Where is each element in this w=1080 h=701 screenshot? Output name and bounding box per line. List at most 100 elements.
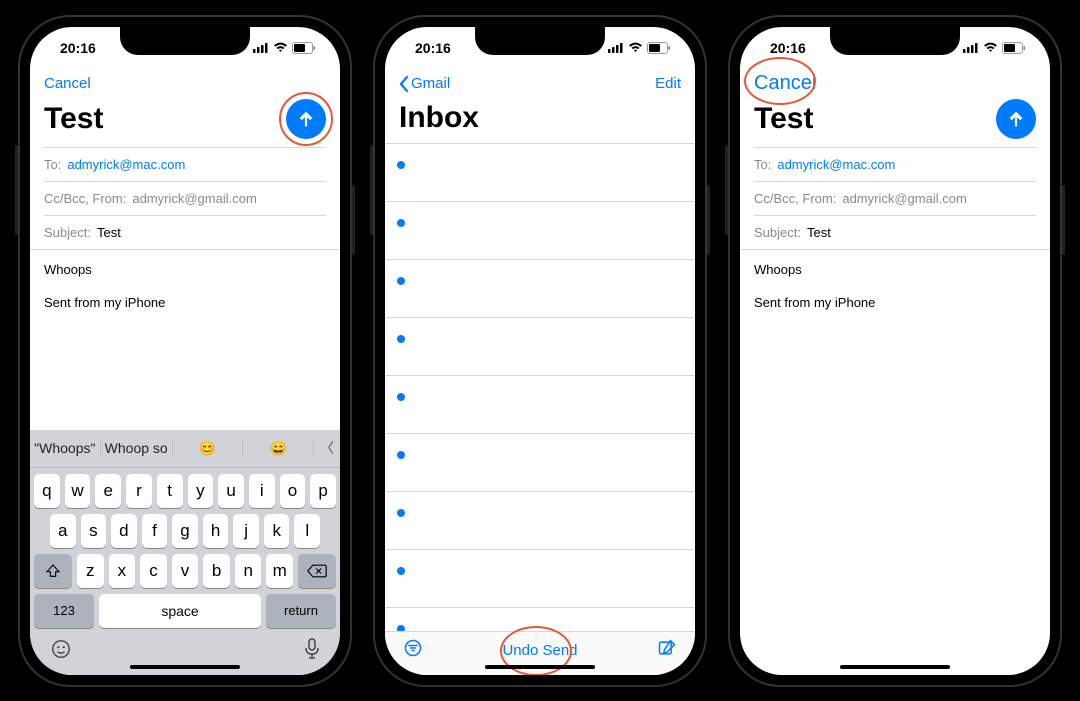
filter-button[interactable] [403,638,423,662]
edit-button[interactable]: Edit [655,75,681,92]
subject-field[interactable]: Subject: Test [754,215,1036,249]
inbox-item[interactable] [385,492,695,550]
key-n[interactable]: n [235,554,262,588]
wifi-icon [628,42,643,53]
battery-icon [1002,42,1026,54]
shift-key[interactable] [34,554,72,588]
key-g[interactable]: g [172,514,198,548]
inbox-item[interactable] [385,202,695,260]
compose-title: Test [754,102,813,136]
key-r[interactable]: r [126,474,152,508]
inbox-list[interactable] [385,143,695,631]
key-m[interactable]: m [266,554,293,588]
compose-button[interactable] [657,638,677,662]
ccbcc-field[interactable]: Cc/Bcc, From: admyrick@gmail.com [754,181,1036,215]
body-line-1: Whoops [754,260,1036,280]
key-q[interactable]: q [34,474,60,508]
key-e[interactable]: e [95,474,121,508]
unread-dot-icon [397,567,405,575]
arrow-up-icon [1005,108,1027,130]
prediction-2[interactable]: Whoop so [101,440,173,456]
key-p[interactable]: p [310,474,336,508]
key-s[interactable]: s [81,514,107,548]
mic-icon [304,638,320,660]
return-key[interactable]: return [266,594,336,628]
dictation-key[interactable] [304,638,320,665]
back-button[interactable]: Gmail [399,75,450,92]
key-a[interactable]: a [50,514,76,548]
home-indicator[interactable] [130,665,240,669]
body-line-2: Sent from my iPhone [44,293,326,313]
signal-icon [253,42,269,53]
to-value: admyrick@mac.com [67,157,185,172]
inbox-item[interactable] [385,608,695,631]
inbox-item[interactable] [385,260,695,318]
prediction-4[interactable]: 😄 [243,440,314,457]
unread-dot-icon [397,393,405,401]
chevron-left-icon [399,76,409,92]
subject-value: Test [807,225,831,240]
key-v[interactable]: v [172,554,199,588]
keyboard: "Whoops" Whoop so 😊 😄 〈 qwertyuiop asdfg… [30,430,340,675]
notch [830,27,960,55]
send-button[interactable] [286,99,326,139]
key-t[interactable]: t [157,474,183,508]
send-button[interactable] [996,99,1036,139]
unread-dot-icon [397,335,405,343]
delete-key[interactable] [298,554,336,588]
emoji-icon [50,638,72,660]
key-j[interactable]: j [233,514,259,548]
key-u[interactable]: u [218,474,244,508]
key-k[interactable]: k [264,514,290,548]
key-l[interactable]: l [294,514,320,548]
inbox-item[interactable] [385,376,695,434]
compose-fields: To: admyrick@mac.com Cc/Bcc, From: admyr… [30,147,340,249]
status-time: 20:16 [60,40,96,56]
inbox-item[interactable] [385,434,695,492]
key-z[interactable]: z [77,554,104,588]
body-line-1: Whoops [44,260,326,280]
home-indicator[interactable] [485,665,595,669]
prediction-1[interactable]: "Whoops" [30,440,101,456]
compose-icon [657,638,677,658]
key-c[interactable]: c [140,554,167,588]
to-field[interactable]: To: admyrick@mac.com [44,147,326,181]
inbox-item[interactable] [385,144,695,202]
to-field[interactable]: To: admyrick@mac.com [754,147,1036,181]
prediction-3[interactable]: 😊 [173,440,244,457]
key-w[interactable]: w [65,474,91,508]
key-f[interactable]: f [142,514,168,548]
compose-body[interactable]: Whoops Sent from my iPhone [740,249,1050,675]
prediction-collapse-icon[interactable]: 〈 [314,438,340,458]
to-label: To: [44,157,61,172]
ccbcc-value: admyrick@gmail.com [842,191,966,206]
inbox-nav: Gmail Edit [385,69,695,95]
cancel-button[interactable]: Cancel [44,75,91,92]
undo-send-button[interactable]: Undo Send [502,642,577,659]
screen-2: 20:16 Gmail Edi [385,27,695,675]
signal-icon [608,42,624,53]
key-i[interactable]: i [249,474,275,508]
subject-field[interactable]: Subject: Test [44,215,326,249]
home-indicator[interactable] [840,665,950,669]
body-line-2: Sent from my iPhone [754,293,1036,313]
cancel-button[interactable]: Cancel [754,72,816,95]
compose-nav: Cancel [740,69,1050,95]
emoji-key[interactable] [50,638,72,665]
key-y[interactable]: y [188,474,214,508]
numbers-key[interactable]: 123 [34,594,94,628]
key-h[interactable]: h [203,514,229,548]
ccbcc-field[interactable]: Cc/Bcc, From: admyrick@gmail.com [44,181,326,215]
unread-dot-icon [397,161,405,169]
inbox-item[interactable] [385,550,695,608]
inbox-item[interactable] [385,318,695,376]
to-value: admyrick@mac.com [777,157,895,172]
space-key[interactable]: space [99,594,261,628]
key-b[interactable]: b [203,554,230,588]
key-x[interactable]: x [109,554,136,588]
compose-body[interactable]: Whoops Sent from my iPhone [30,249,340,430]
delete-icon [307,564,327,578]
status-time: 20:16 [770,40,806,56]
key-o[interactable]: o [280,474,306,508]
key-d[interactable]: d [111,514,137,548]
